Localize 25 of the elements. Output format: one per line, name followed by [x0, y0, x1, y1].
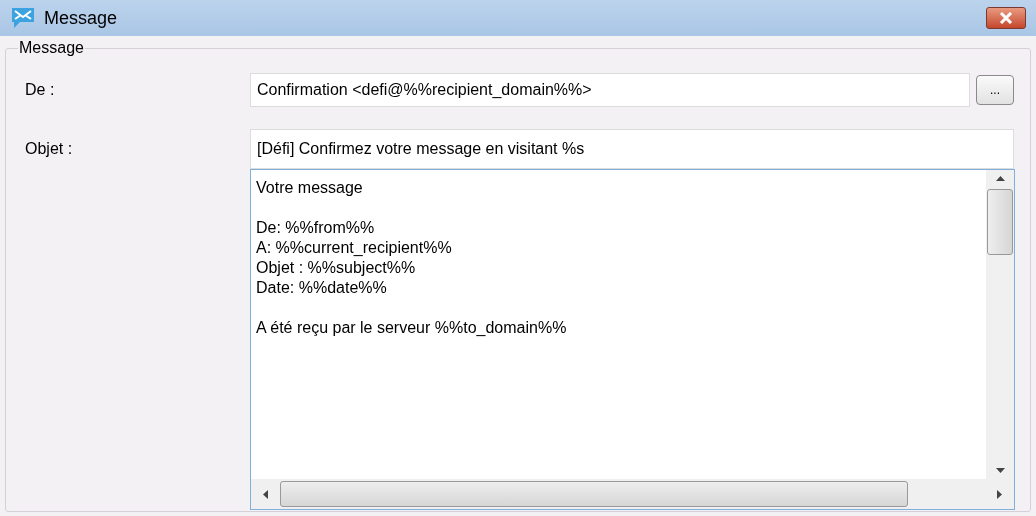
close-icon	[999, 12, 1013, 24]
up-arrow-icon	[995, 176, 1005, 181]
group-legend: Message	[18, 38, 85, 58]
window-title: Message	[44, 6, 119, 30]
message-line: Votre message	[256, 178, 364, 198]
browse-button[interactable]: ...	[976, 75, 1014, 105]
message-line: De: %%from%%	[256, 218, 376, 238]
message-line: Objet : %%subject%%	[256, 258, 417, 278]
vertical-scrollbar[interactable]	[986, 170, 1014, 479]
message-text-area[interactable]: Votre message De: %%from%% A: %%current_recipient%% Objet : %%subject%% Date: %%date%% A été reçu par le serveur %%to_domain%%	[250, 169, 1015, 510]
down-arrow-icon	[995, 468, 1005, 473]
input-field[interactable]: [Défi] Confirmez votre message en visitant %s	[250, 129, 1014, 169]
scroll-thumb[interactable]	[987, 189, 1013, 255]
right-arrow-icon	[997, 489, 1002, 499]
input-field[interactable]: Confirmation <defi@%%recipient_domain%%>	[250, 73, 970, 107]
field-label: Objet :	[24, 139, 74, 159]
field-label: De :	[24, 80, 56, 100]
message-line: Date: %%date%%	[256, 278, 388, 298]
message-line: A été reçu par le serveur %%to_domain%%	[256, 318, 568, 338]
scroll-thumb[interactable]	[280, 481, 908, 507]
message-line: A: %%current_recipient%%	[256, 238, 453, 258]
left-arrow-icon	[263, 489, 268, 499]
chat-bubble-icon	[10, 5, 36, 31]
horizontal-scrollbar[interactable]	[251, 479, 1014, 509]
close-button[interactable]	[986, 7, 1026, 29]
